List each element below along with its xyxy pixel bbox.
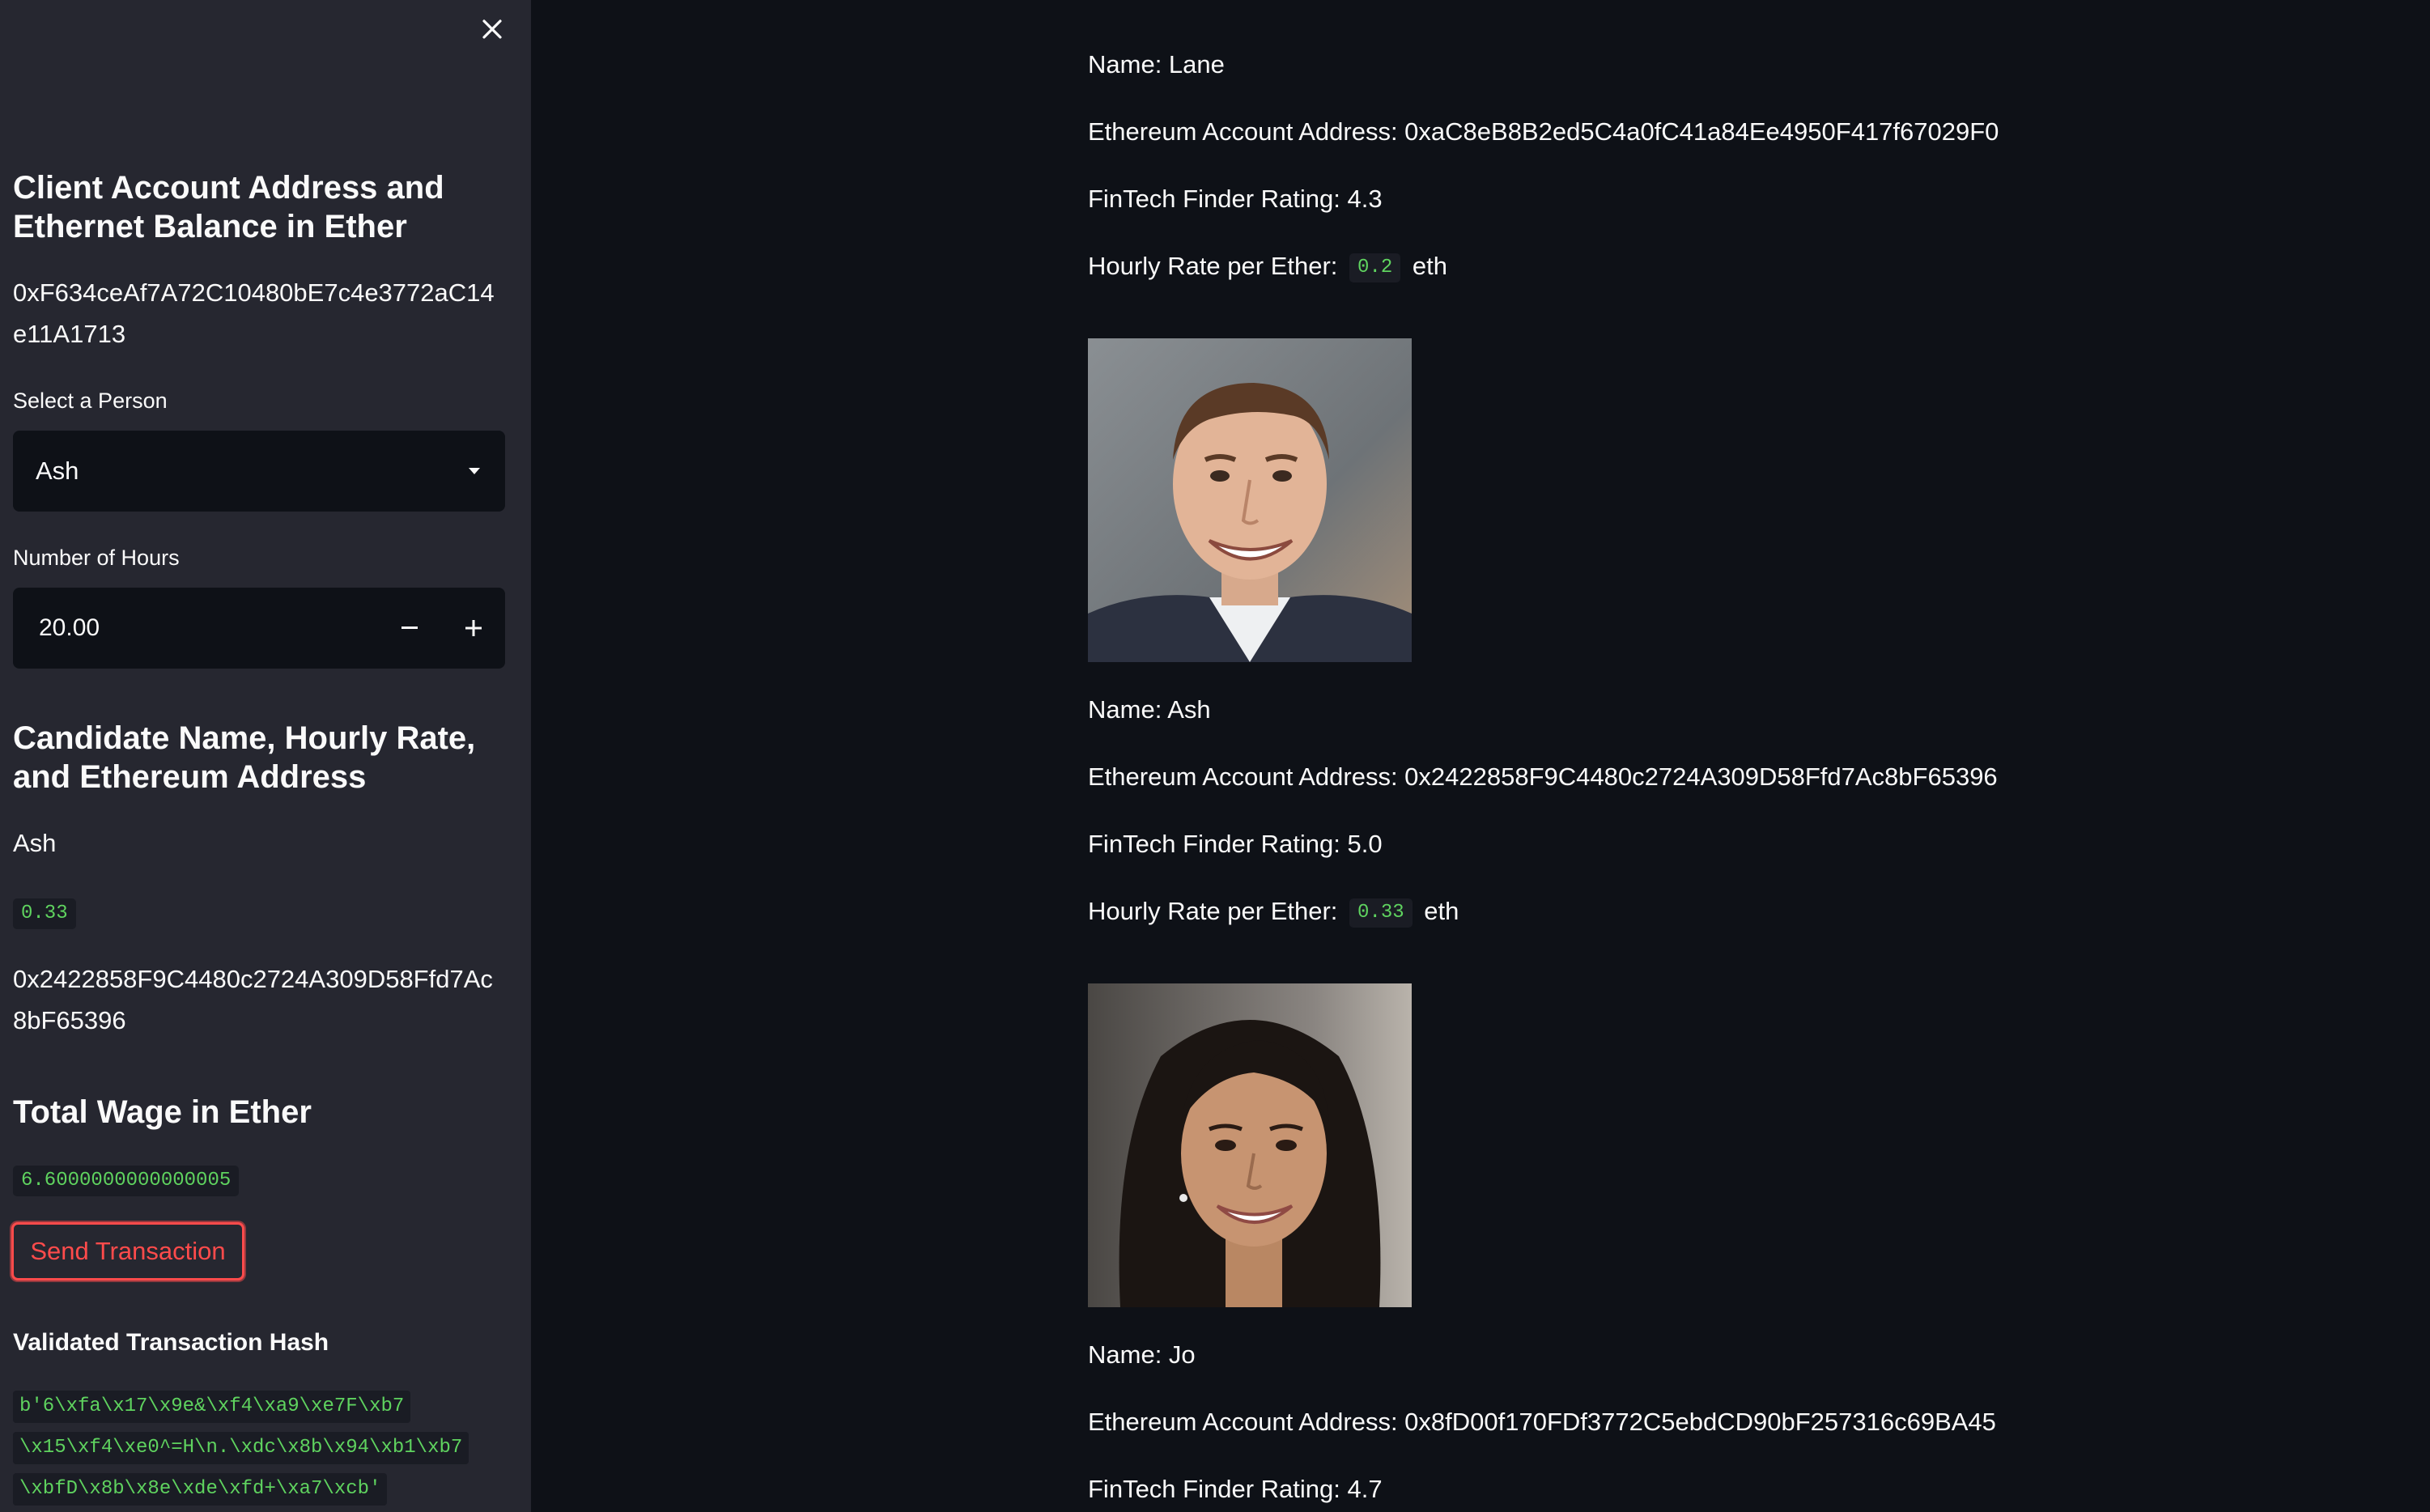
total-wage-value: 6.6000000000000005: [13, 1166, 240, 1196]
candidate-rate-line: Hourly Rate per Ether: 0.33 eth: [1088, 895, 1459, 928]
hash-heading: Validated Transaction Hash: [13, 1329, 329, 1356]
candidate-rating-line: FinTech Finder Rating: 4.7: [1088, 1475, 1383, 1503]
select-person-label: Select a Person: [13, 389, 168, 413]
send-transaction-button[interactable]: Send Transaction: [11, 1222, 244, 1281]
candidate-name: Ash: [13, 829, 57, 857]
candidate-rate: 0.33: [13, 898, 76, 929]
hours-number-input: [13, 588, 505, 669]
candidate-address-line: Ethereum Account Address: 0xaC8eB8B2ed5C…: [1088, 117, 1999, 146]
candidate-rating-line: FinTech Finder Rating: 4.3: [1088, 185, 1383, 213]
candidate-address-line: Ethereum Account Address: 0x8fD00f170FDf…: [1088, 1408, 1996, 1436]
close-icon: [482, 19, 502, 39]
account-heading: Client Account Address and Ethernet Bala…: [13, 170, 444, 244]
candidate-photo-jo: [1088, 983, 1412, 1307]
hash-line: \xbfD\x8b\x8e\xde\xfd+\xa7\xcb': [13, 1473, 388, 1506]
rate-value: 0.2: [1349, 253, 1401, 282]
transaction-hash: b'6\xfa\x17\x9e&\xf4\xa9\xe7F\xb7 \x15\x…: [13, 1391, 499, 1512]
candidate-address-line: Ethereum Account Address: 0x2422858F9C44…: [1088, 762, 1998, 791]
candidate-rating-line: FinTech Finder Rating: 5.0: [1088, 830, 1383, 858]
increment-button[interactable]: [441, 588, 505, 669]
rate-prefix: Hourly Rate per Ether:: [1088, 252, 1338, 280]
decrement-button[interactable]: [377, 588, 441, 669]
app-root: Client Account Address and Ethernet Bala…: [0, 0, 2430, 1512]
plus-icon: [465, 620, 482, 636]
candidate-name-line: Name: Ash: [1088, 695, 1211, 724]
hours-label: Number of Hours: [13, 546, 180, 570]
hash-line: \x15\xf4\xe0^=H\n.\xdc\x8b\x94\xb1\xb7: [13, 1432, 469, 1464]
portrait-image: [1088, 983, 1412, 1307]
rate-prefix: Hourly Rate per Ether:: [1088, 897, 1338, 925]
candidate-heading: Candidate Name, Hourly Rate, and Ethereu…: [13, 720, 476, 795]
selected-person-value: Ash: [36, 457, 79, 485]
hours-field[interactable]: [13, 588, 377, 669]
hash-line: b'6\xfa\x17\x9e&\xf4\xa9\xe7F\xb7: [13, 1391, 411, 1423]
select-person-dropdown[interactable]: Ash: [13, 431, 505, 512]
wage-heading: Total Wage in Ether: [13, 1094, 312, 1130]
portrait-image: [1088, 338, 1412, 662]
sidebar: Client Account Address and Ethernet Bala…: [0, 0, 531, 1512]
candidate-name-line: Name: Jo: [1088, 1340, 1196, 1369]
client-account-address: 0xF634ceAf7A72C10480bE7c4e3772aC14e11A17…: [13, 278, 495, 348]
rate-value: 0.33: [1349, 898, 1413, 928]
minus-icon: [401, 626, 418, 629]
candidate-rate-line: Hourly Rate per Ether: 0.2 eth: [1088, 250, 1447, 282]
main-content: Name: Lane Ethereum Account Address: 0xa…: [531, 0, 2430, 1512]
candidate-photo-ash: [1088, 338, 1412, 662]
sidebar-close-button[interactable]: [473, 10, 512, 49]
candidate-address: 0x2422858F9C4480c2724A309D58Ffd7Ac8bF653…: [13, 965, 493, 1034]
candidate-name-line: Name: Lane: [1088, 50, 1225, 79]
rate-suffix: eth: [1412, 252, 1447, 280]
caret-down-icon: [469, 468, 480, 474]
rate-suffix: eth: [1424, 897, 1459, 925]
